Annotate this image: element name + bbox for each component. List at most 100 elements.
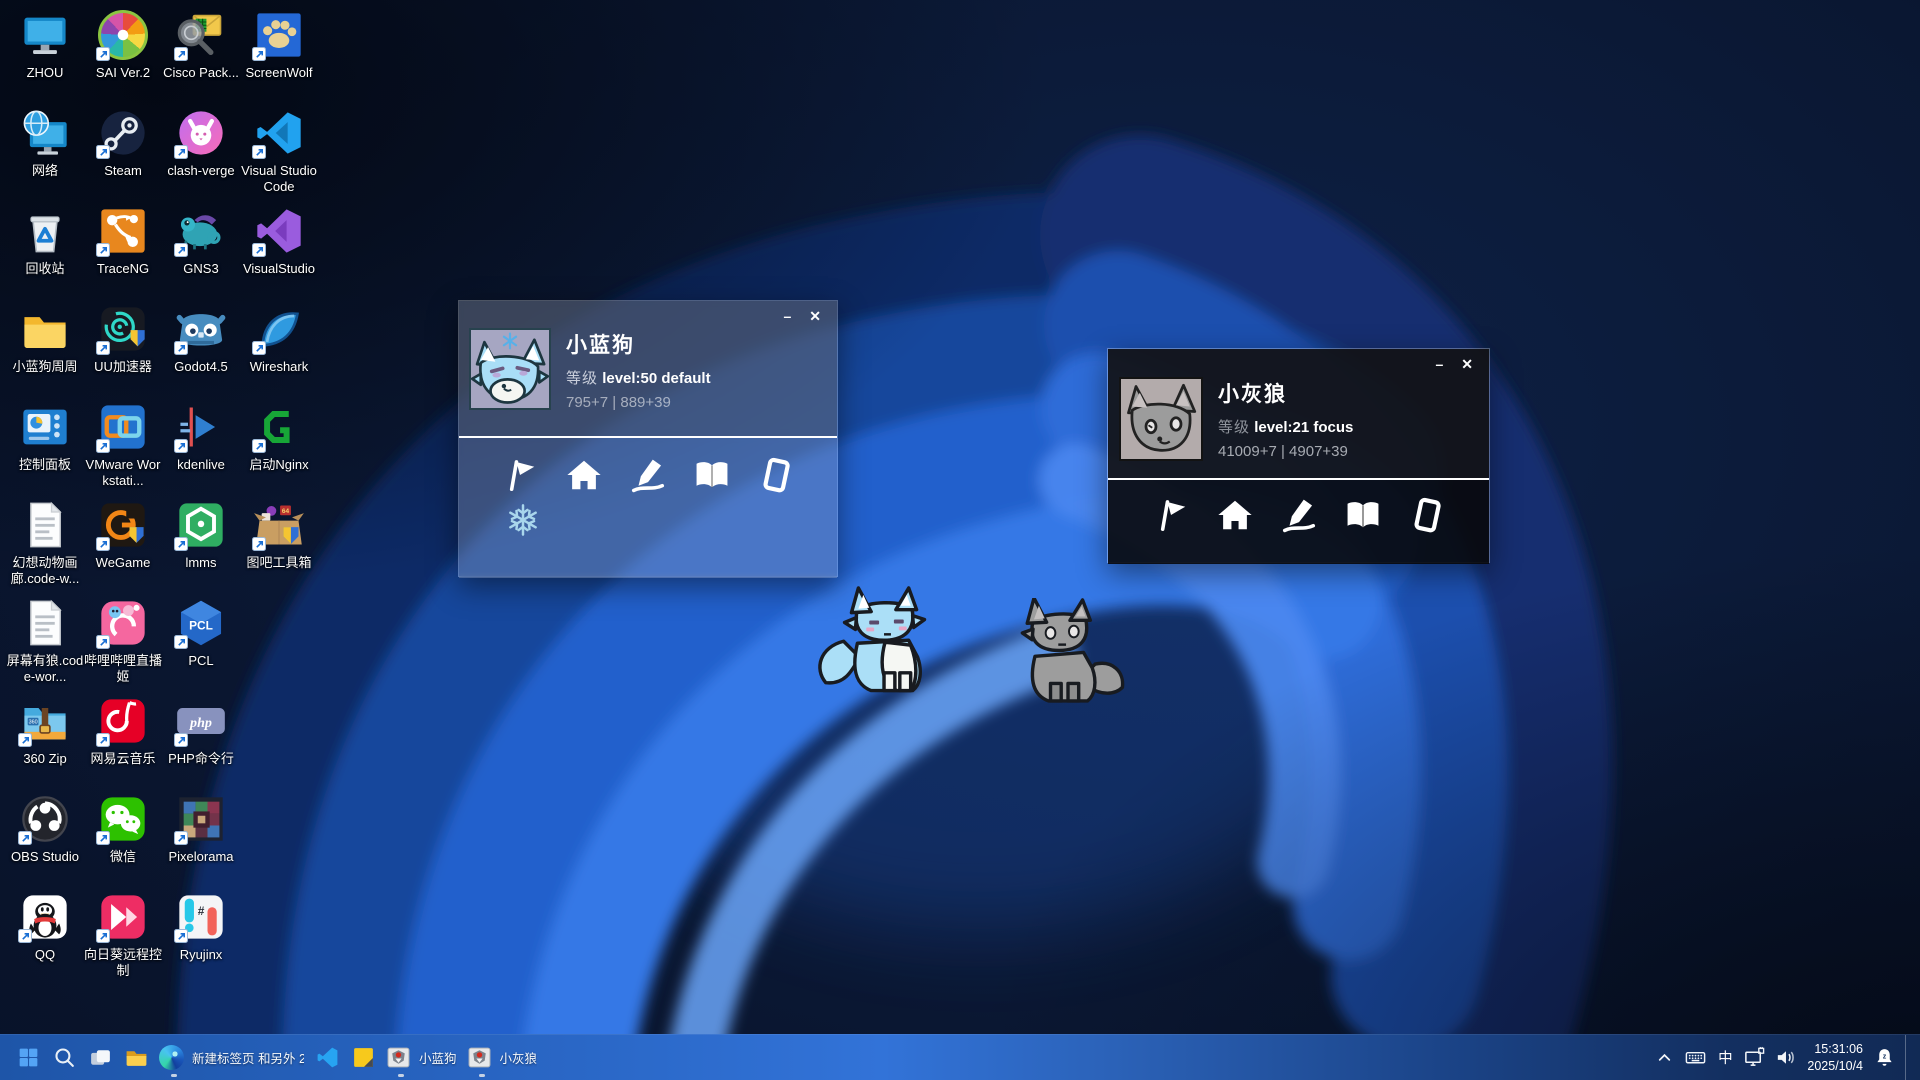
task-view-icon[interactable] <box>82 1037 118 1079</box>
close-button[interactable]: ✕ <box>809 309 821 323</box>
desktop-icon[interactable]: GNS3 <box>162 202 240 300</box>
desktop-icon[interactable]: #Ryujinx <box>162 888 240 986</box>
flag-icon[interactable] <box>500 455 540 495</box>
desktop-icon[interactable]: 小蓝狗周周 <box>6 300 84 398</box>
desktop-icon[interactable]: VisualStudio <box>240 202 318 300</box>
blue-dog-pixel-avatar <box>469 328 551 410</box>
taskbar-app-xiaohuilang[interactable]: 小灰狼 <box>462 1037 543 1079</box>
desktop-icon[interactable]: 启动Nginx <box>240 398 318 496</box>
wegame-icon <box>96 498 150 552</box>
shortcut-arrow-icon <box>96 635 110 649</box>
home-icon[interactable] <box>1215 495 1255 535</box>
desktop-icon[interactable]: kdenlive <box>162 398 240 496</box>
desktop-icon[interactable]: 网络 <box>6 104 84 202</box>
desktop-icon[interactable]: 屏幕有狼.code-wor... <box>6 594 84 692</box>
clock[interactable]: 15:31:06 2025/10/4 <box>1801 1038 1869 1078</box>
desktop-icon[interactable]: Cisco Pack... <box>162 6 240 104</box>
desktop-icon[interactable]: SAI Ver.2 <box>84 6 162 104</box>
ime-keyboard-icon[interactable] <box>1680 1038 1711 1078</box>
widget-header[interactable]: 小蓝狗 等级 level:50 default 795+7 | 889+39 –… <box>459 301 837 436</box>
desktop-icon[interactable]: 哔哩哔哩直播姬 <box>84 594 162 692</box>
snowflake-icon[interactable] <box>503 500 543 540</box>
desktop-icon[interactable]: ScreenWolf <box>240 6 318 104</box>
ime-language-button[interactable]: 中 <box>1711 1038 1739 1078</box>
blue-fox-pixel-pet[interactable] <box>812 586 960 708</box>
svg-text:php: php <box>189 715 212 731</box>
desktop-icon-label: TraceNG <box>97 261 149 277</box>
desktop-icon[interactable]: TraceNG <box>84 202 162 300</box>
desktop-icon[interactable]: 回收站 <box>6 202 84 300</box>
shortcut-arrow-icon <box>96 145 110 159</box>
hidden-icons-chevron-icon[interactable] <box>1649 1038 1680 1078</box>
desktop-icon[interactable]: ZHOU <box>6 6 84 104</box>
show-desktop-button[interactable] <box>1905 1035 1912 1080</box>
clashverge-icon <box>174 106 228 160</box>
desktop-icon[interactable]: Steam <box>84 104 162 202</box>
lmms-icon <box>174 498 228 552</box>
book-icon[interactable] <box>1343 495 1383 535</box>
svg-text:#: # <box>198 904 205 918</box>
file-explorer-icon[interactable] <box>118 1037 154 1079</box>
desktop-icon-label: ScreenWolf <box>246 65 313 81</box>
desktop-icon[interactable]: 64图吧工具箱 <box>240 496 318 594</box>
pet-widget-xiaolangou: 小蓝狗 等级 level:50 default 795+7 | 889+39 –… <box>458 300 838 577</box>
volume-icon[interactable] <box>1770 1038 1801 1078</box>
desktop-icon[interactable]: 控制面板 <box>6 398 84 496</box>
desktop-icon[interactable]: 微信 <box>84 790 162 888</box>
desktop-icon[interactable]: 幻想动物画廊.code-w... <box>6 496 84 594</box>
start-icon[interactable] <box>10 1037 46 1079</box>
desktop-icon[interactable]: WeGame <box>84 496 162 594</box>
card-icon[interactable] <box>1407 495 1447 535</box>
desktop-icon[interactable]: phpPHP命令行 <box>162 692 240 790</box>
minimize-button[interactable]: – <box>1435 357 1443 371</box>
desktop-icon[interactable]: UU加速器 <box>84 300 162 398</box>
desktop-icon-label: 微信 <box>110 849 136 865</box>
write-icon[interactable] <box>1279 495 1319 535</box>
shortcut-arrow-icon <box>18 733 32 747</box>
book-icon[interactable] <box>692 455 732 495</box>
pet-app-icon <box>386 1045 411 1070</box>
card-icon[interactable] <box>756 455 796 495</box>
search-icon[interactable] <box>46 1037 82 1079</box>
level-value: level:21 focus <box>1254 419 1353 436</box>
desktop-icon[interactable]: lmms <box>162 496 240 594</box>
widget-header[interactable]: 小灰狼 等级 level:21 focus 41009+7 | 4907+39 … <box>1108 349 1489 478</box>
ime-language-label: 中 <box>1718 1047 1733 1068</box>
desktop-icon[interactable]: PCLPCL <box>162 594 240 692</box>
desktop-icon[interactable]: Wireshark <box>240 300 318 398</box>
desktop-icon-label: Wireshark <box>250 359 309 375</box>
desktop-icon[interactable]: 360360 Zip <box>6 692 84 790</box>
shortcut-arrow-icon <box>18 929 32 943</box>
desktop-icon[interactable]: VMware Workstati... <box>84 398 162 496</box>
shortcut-arrow-icon <box>96 929 110 943</box>
flag-icon[interactable] <box>1151 495 1191 535</box>
desktop-icon[interactable]: 网易云音乐 <box>84 692 162 790</box>
widget-body <box>1108 480 1489 564</box>
desktop-icon[interactable]: Visual Studio Code <box>240 104 318 202</box>
desktop-icon[interactable]: OBS Studio <box>6 790 84 888</box>
ciscopt-icon <box>174 8 228 62</box>
visualstudio-icon <box>252 204 306 258</box>
gray-wolf-pixel-avatar <box>1119 377 1203 461</box>
sticky-note-icon[interactable] <box>345 1037 381 1079</box>
godot-icon <box>174 302 228 356</box>
close-button[interactable]: ✕ <box>1461 357 1473 371</box>
home-icon[interactable] <box>564 455 604 495</box>
desktop-icon[interactable]: 向日葵远程控制 <box>84 888 162 986</box>
desktop-icon[interactable]: clash-verge <box>162 104 240 202</box>
desktop-icon[interactable]: Godot4.5 <box>162 300 240 398</box>
write-icon[interactable] <box>628 455 668 495</box>
taskbar-app-xiaolangou[interactable]: 小蓝狗 <box>381 1037 462 1079</box>
vscode-icon[interactable] <box>309 1037 345 1079</box>
desktop-icon[interactable]: Pixelorama <box>162 790 240 888</box>
network-icon[interactable] <box>1739 1038 1770 1078</box>
recycle-icon <box>18 204 72 258</box>
gray-wolf-pixel-pet[interactable] <box>1000 598 1136 713</box>
tray-date: 2025/10/4 <box>1807 1058 1863 1075</box>
pixelorama-icon <box>174 792 228 846</box>
desktop-icon[interactable]: QQ <box>6 888 84 986</box>
minimize-button[interactable]: – <box>783 309 791 323</box>
shortcut-arrow-icon <box>174 243 188 257</box>
notification-bell-icon[interactable]: z <box>1869 1038 1900 1078</box>
taskbar-edge-window[interactable]: 新建标签页 和另外 2 个 <box>154 1037 309 1079</box>
